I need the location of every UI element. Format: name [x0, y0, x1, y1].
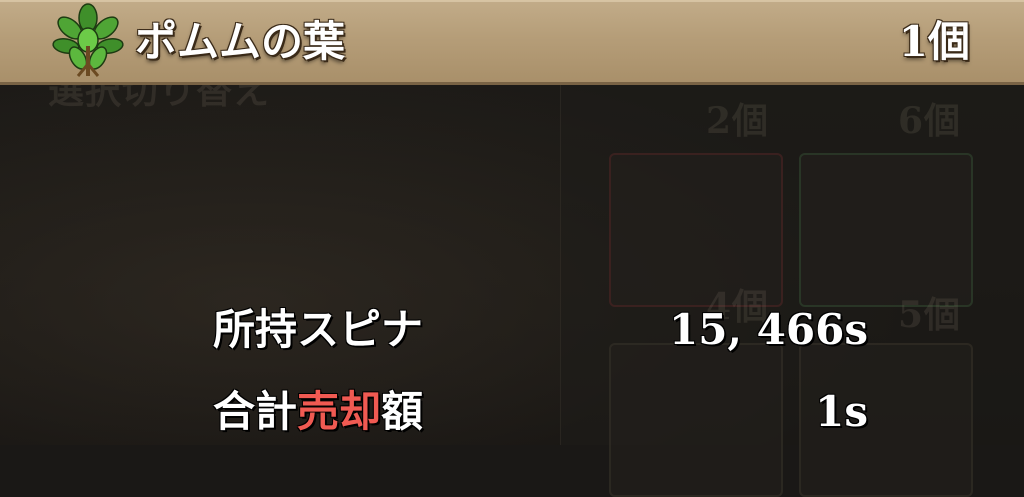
- background-slot-count: 6個: [898, 100, 962, 142]
- total-sell-label-prefix: 合計: [213, 387, 298, 436]
- background-slot-count: 5個: [898, 294, 962, 336]
- total-sell-label-accent: 売却: [297, 387, 382, 436]
- item-header-bar: ポムムの葉 1個: [0, 0, 1024, 85]
- spina-label: 所持スピナ: [213, 305, 424, 354]
- background-item-slot: [799, 153, 973, 307]
- spina-value: 15, 466s: [668, 305, 868, 354]
- total-sell-value: 1s: [815, 387, 868, 436]
- background-item-slot: [609, 343, 783, 497]
- total-sell-label: 合計売却額: [213, 384, 423, 440]
- total-sell-label-suffix: 額: [381, 387, 424, 436]
- leaf-plant-icon: [52, 3, 124, 77]
- item-name: ポムムの葉: [135, 17, 346, 66]
- item-count: 1個: [898, 17, 970, 66]
- background-slot-count: 2個: [706, 100, 770, 142]
